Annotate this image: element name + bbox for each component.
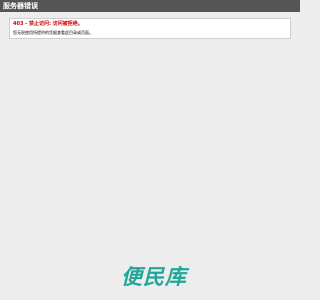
brand-logo: 便民库 [121, 265, 187, 289]
error-title: 403 - 禁止访问: 访问被拒绝。 [13, 21, 83, 27]
page-header: 服务器错误 [0, 0, 300, 12]
header-title: 服务器错误 [3, 2, 38, 10]
error-panel: 403 - 禁止访问: 访问被拒绝。 您无权使用所提供的凭据查看此目录或页面。 [9, 18, 291, 39]
error-description: 您无权使用所提供的凭据查看此目录或页面。 [13, 30, 93, 35]
